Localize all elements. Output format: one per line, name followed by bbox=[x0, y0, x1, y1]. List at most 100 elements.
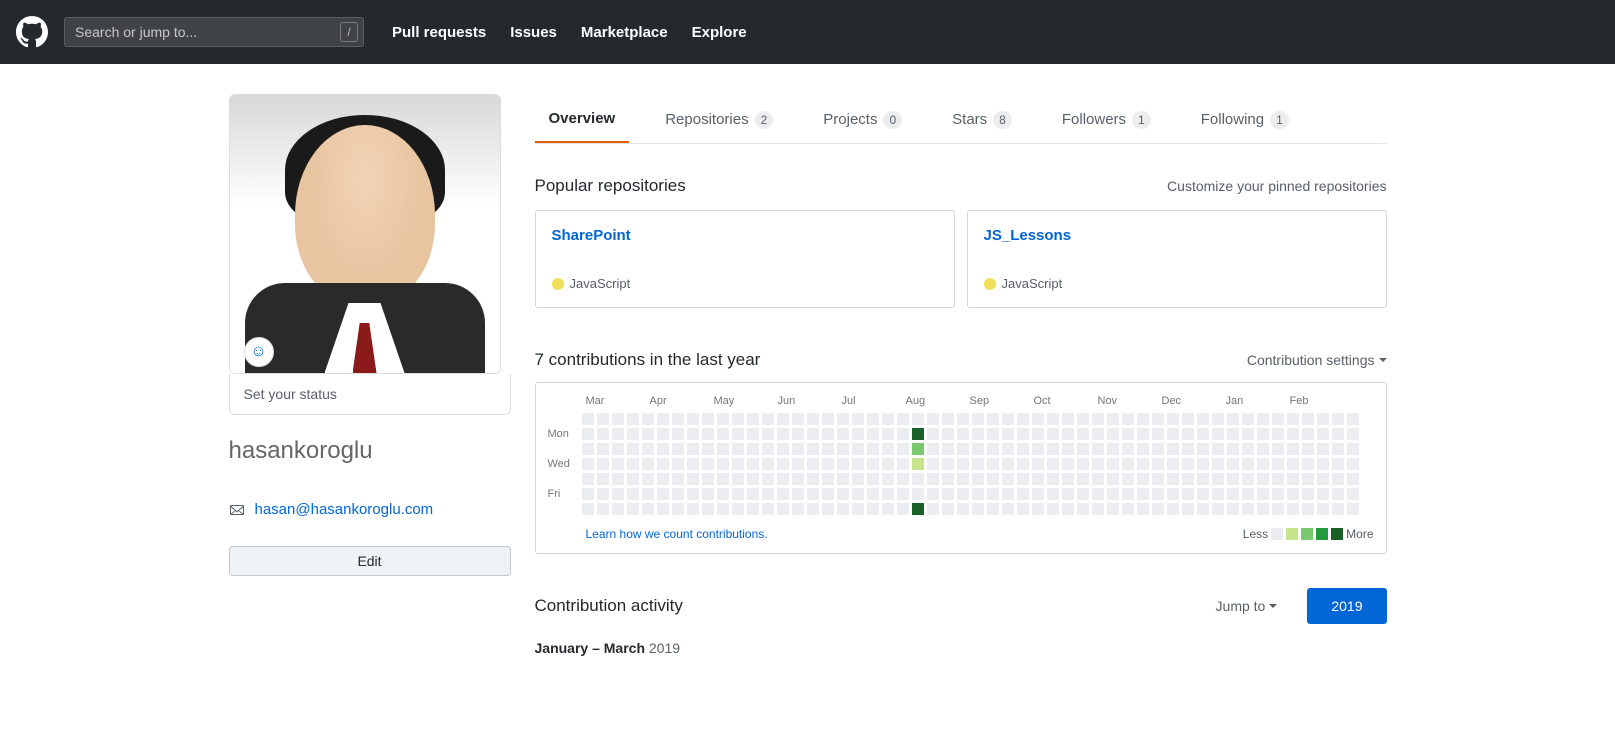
contribution-cell[interactable] bbox=[642, 413, 654, 425]
contribution-cell[interactable] bbox=[1317, 458, 1329, 470]
contribution-cell[interactable] bbox=[1167, 443, 1179, 455]
contribution-cell[interactable] bbox=[747, 428, 759, 440]
contribution-cell[interactable] bbox=[1317, 413, 1329, 425]
contribution-cell[interactable] bbox=[792, 488, 804, 500]
contribution-cell[interactable] bbox=[1272, 473, 1284, 485]
contribution-cell[interactable] bbox=[987, 488, 999, 500]
contribution-cell[interactable] bbox=[1272, 443, 1284, 455]
contribution-cell[interactable] bbox=[1287, 473, 1299, 485]
email-link[interactable]: hasan@hasankoroglu.com bbox=[255, 501, 434, 518]
contribution-cell[interactable] bbox=[1197, 473, 1209, 485]
contribution-cell[interactable] bbox=[972, 488, 984, 500]
contribution-cell[interactable] bbox=[1032, 503, 1044, 515]
nav-issues[interactable]: Issues bbox=[498, 24, 569, 41]
contribution-cell[interactable] bbox=[747, 413, 759, 425]
contribution-cell[interactable] bbox=[777, 428, 789, 440]
contribution-cell[interactable] bbox=[1212, 443, 1224, 455]
contribution-cell[interactable] bbox=[1182, 488, 1194, 500]
contribution-cell[interactable] bbox=[687, 473, 699, 485]
contribution-cell[interactable] bbox=[1077, 443, 1089, 455]
contribution-cell[interactable] bbox=[1152, 428, 1164, 440]
contribution-cell[interactable] bbox=[1062, 488, 1074, 500]
contribution-cell[interactable] bbox=[1002, 503, 1014, 515]
contribution-cell[interactable] bbox=[672, 488, 684, 500]
contribution-cell[interactable] bbox=[657, 413, 669, 425]
contribution-cell[interactable] bbox=[1257, 458, 1269, 470]
contribution-cell[interactable] bbox=[702, 503, 714, 515]
contribution-cell[interactable] bbox=[1167, 488, 1179, 500]
contribution-cell[interactable] bbox=[582, 488, 594, 500]
contribution-cell[interactable] bbox=[1212, 413, 1224, 425]
contribution-cell[interactable] bbox=[1137, 503, 1149, 515]
contribution-cell[interactable] bbox=[702, 488, 714, 500]
contribution-cell[interactable] bbox=[807, 473, 819, 485]
contribution-cell[interactable] bbox=[987, 428, 999, 440]
contribution-cell[interactable] bbox=[1107, 413, 1119, 425]
contribution-cell[interactable] bbox=[822, 428, 834, 440]
contribution-cell[interactable] bbox=[642, 503, 654, 515]
contribution-cell[interactable] bbox=[657, 473, 669, 485]
contribution-cell[interactable] bbox=[822, 458, 834, 470]
contribution-cell[interactable] bbox=[612, 413, 624, 425]
contribution-cell[interactable] bbox=[807, 413, 819, 425]
contribution-cell[interactable] bbox=[807, 488, 819, 500]
contribution-cell[interactable] bbox=[627, 473, 639, 485]
contribution-cell[interactable] bbox=[1212, 503, 1224, 515]
contribution-cell[interactable] bbox=[1167, 413, 1179, 425]
contribution-cell[interactable] bbox=[702, 458, 714, 470]
contribution-cell[interactable] bbox=[972, 458, 984, 470]
contribution-cell[interactable] bbox=[1347, 503, 1359, 515]
contribution-cell[interactable] bbox=[897, 503, 909, 515]
contribution-cell[interactable] bbox=[672, 428, 684, 440]
contribution-cell[interactable] bbox=[1002, 473, 1014, 485]
tab-stars[interactable]: Stars8 bbox=[938, 94, 1026, 143]
contribution-cell[interactable] bbox=[1077, 488, 1089, 500]
contribution-cell[interactable] bbox=[717, 428, 729, 440]
contribution-cell[interactable] bbox=[1242, 443, 1254, 455]
contribution-cell[interactable] bbox=[837, 458, 849, 470]
contribution-cell[interactable] bbox=[1137, 488, 1149, 500]
contribution-cell[interactable] bbox=[1332, 443, 1344, 455]
contribution-cell[interactable] bbox=[1002, 428, 1014, 440]
contribution-cell[interactable] bbox=[852, 473, 864, 485]
tab-overview[interactable]: Overview bbox=[535, 94, 630, 143]
nav-pull-requests[interactable]: Pull requests bbox=[380, 24, 498, 41]
contribution-cell[interactable] bbox=[882, 458, 894, 470]
contribution-cell[interactable] bbox=[957, 473, 969, 485]
contribution-cell[interactable] bbox=[1287, 428, 1299, 440]
contribution-cell[interactable] bbox=[1092, 488, 1104, 500]
contribution-cell[interactable] bbox=[582, 413, 594, 425]
contribution-cell[interactable] bbox=[672, 458, 684, 470]
contribution-cell[interactable] bbox=[1002, 458, 1014, 470]
contribution-cell[interactable] bbox=[702, 443, 714, 455]
contribution-cell[interactable] bbox=[1197, 413, 1209, 425]
contribution-cell[interactable] bbox=[1257, 503, 1269, 515]
contribution-cell[interactable] bbox=[1332, 458, 1344, 470]
contribution-cell[interactable] bbox=[1092, 503, 1104, 515]
contribution-cell[interactable] bbox=[1197, 458, 1209, 470]
contribution-cell[interactable] bbox=[1242, 503, 1254, 515]
contribution-cell[interactable] bbox=[672, 503, 684, 515]
edit-profile-button[interactable]: Edit bbox=[229, 546, 511, 576]
contribution-cell[interactable] bbox=[1122, 413, 1134, 425]
contribution-cell[interactable] bbox=[1272, 488, 1284, 500]
contribution-cell[interactable] bbox=[1317, 488, 1329, 500]
contribution-cell[interactable] bbox=[1227, 473, 1239, 485]
contribution-cell[interactable] bbox=[582, 473, 594, 485]
contribution-cell[interactable] bbox=[1272, 428, 1284, 440]
contribution-cell[interactable] bbox=[762, 473, 774, 485]
contribution-cell[interactable] bbox=[1002, 413, 1014, 425]
contribution-cell[interactable] bbox=[657, 458, 669, 470]
contribution-cell[interactable] bbox=[1017, 503, 1029, 515]
contribution-cell[interactable] bbox=[1182, 503, 1194, 515]
contribution-cell[interactable] bbox=[837, 473, 849, 485]
contribution-cell[interactable] bbox=[942, 473, 954, 485]
contribution-cell[interactable] bbox=[1122, 488, 1134, 500]
contribution-cell[interactable] bbox=[1032, 413, 1044, 425]
contribution-cell[interactable] bbox=[1062, 428, 1074, 440]
contribution-cell[interactable] bbox=[912, 413, 924, 425]
contribution-cell[interactable] bbox=[1272, 503, 1284, 515]
contribution-cell[interactable] bbox=[1347, 443, 1359, 455]
tab-followers[interactable]: Followers1 bbox=[1048, 94, 1165, 143]
contribution-cell[interactable] bbox=[762, 488, 774, 500]
